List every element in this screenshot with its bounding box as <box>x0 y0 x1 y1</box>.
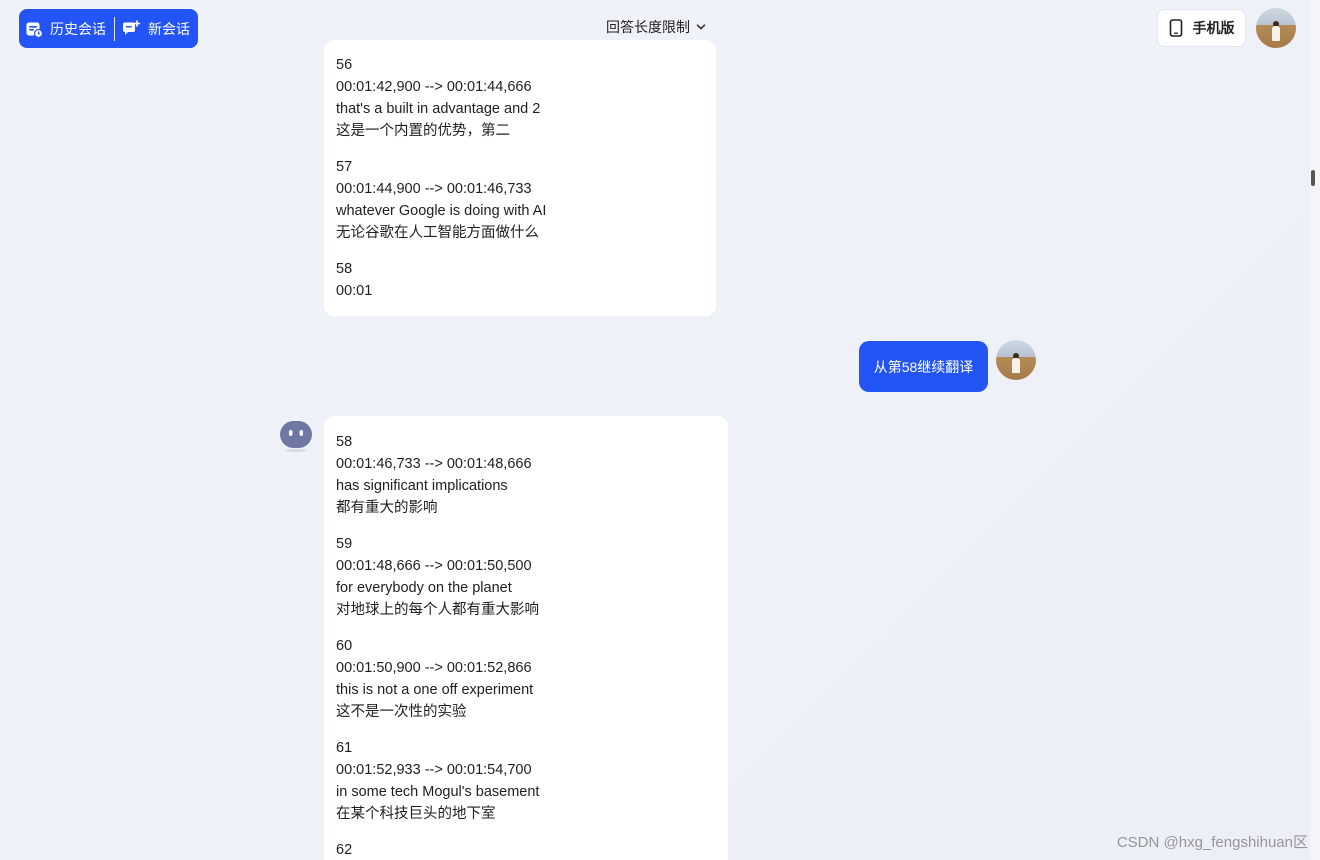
subtitle-index: 58 <box>336 434 353 450</box>
subtitle-time: 00:01:52,933 --> 00:01:54,700 <box>336 762 532 778</box>
mobile-label: 手机版 <box>1192 20 1235 36</box>
subtitle-time: 00:01:42,900 --> 00:01:44,666 <box>336 79 532 95</box>
subtitle-time: 00:01:46,733 --> 00:01:48,666 <box>336 456 532 472</box>
length-limit-label: 回答长度限制 <box>606 19 690 35</box>
subtitle-chinese: 无论谷歌在人工智能方面做什么 <box>336 225 539 241</box>
subtitle-entry: 61 00:01:52,933 --> 00:01:54,700 in some… <box>336 737 716 825</box>
top-bar: 历史会话 新会话 回答长度限制 手机版 <box>0 0 1310 56</box>
subtitle-chinese: 这是一个内置的优势，第二 <box>336 123 510 139</box>
subtitle-index: 58 <box>336 261 353 277</box>
history-button[interactable]: 历史会话 <box>19 9 114 48</box>
subtitle-index: 61 <box>336 740 353 756</box>
subtitle-index: 56 <box>336 57 353 73</box>
length-limit-dropdown[interactable]: 回答长度限制 <box>606 17 706 37</box>
user-message-text: 从第58继续翻译 <box>873 358 974 375</box>
subtitle-entry: 59 00:01:48,666 --> 00:01:50,500 for eve… <box>336 533 716 621</box>
assistant-message: 56 00:01:42,900 --> 00:01:44,666 that's … <box>324 40 716 316</box>
subtitle-index: 57 <box>336 159 353 175</box>
history-calendar-icon <box>26 22 43 38</box>
mobile-version-button[interactable]: 手机版 <box>1157 9 1246 47</box>
subtitle-chinese: 都有重大的影响 <box>336 500 438 516</box>
avatar-figure-body <box>1012 357 1020 373</box>
assistant-message: 58 00:01:46,733 --> 00:01:48,666 has sig… <box>324 416 728 860</box>
subtitle-index: 59 <box>336 536 353 552</box>
subtitle-time: 00:01:44,900 --> 00:01:46,733 <box>336 181 532 197</box>
subtitle-entry: 60 00:01:50,900 --> 00:01:52,866 this is… <box>336 635 716 723</box>
subtitle-entry: 56 00:01:42,900 --> 00:01:44,666 that's … <box>336 54 704 142</box>
history-label: 历史会话 <box>50 20 106 37</box>
subtitle-time: 00:01 <box>336 283 373 299</box>
new-chat-label: 新会话 <box>148 20 190 37</box>
subtitle-index: 62 <box>336 842 353 858</box>
subtitle-english: that's a built in advantage and 2 <box>336 101 541 117</box>
subtitle-entry: 57 00:01:44,900 --> 00:01:46,733 whateve… <box>336 156 704 244</box>
subtitle-english: whatever Google is doing with AI <box>336 203 547 219</box>
session-controls: 历史会话 新会话 <box>19 9 198 48</box>
subtitle-time: 00:01:48,666 --> 00:01:50,500 <box>336 558 532 574</box>
bot-avatar-icon <box>280 421 312 453</box>
chevron-down-icon <box>696 24 706 30</box>
phone-icon <box>1169 19 1182 37</box>
page-scrollbar[interactable] <box>1310 0 1320 860</box>
new-chat-button[interactable]: 新会话 <box>115 9 198 48</box>
scrollbar-thumb[interactable] <box>1311 170 1315 186</box>
chat-page: 历史会话 新会话 回答长度限制 手机版 56 00:01:42,900 --> … <box>0 0 1320 860</box>
subtitle-english: has significant implications <box>336 478 508 494</box>
subtitle-entry: 62 <box>336 839 716 860</box>
subtitle-time: 00:01:50,900 --> 00:01:52,866 <box>336 660 532 676</box>
user-avatar <box>996 340 1036 380</box>
subtitle-entry: 58 00:01 <box>336 258 704 302</box>
subtitle-chinese: 在某个科技巨头的地下室 <box>336 806 496 822</box>
watermark: CSDN @hxg_fengshihuan区 <box>1116 834 1308 851</box>
user-message-bubble: 从第58继续翻译 <box>859 341 988 392</box>
new-chat-icon <box>123 19 141 35</box>
subtitle-chinese: 对地球上的每个人都有重大影响 <box>336 602 539 618</box>
subtitle-entry: 58 00:01:46,733 --> 00:01:48,666 has sig… <box>336 431 716 519</box>
subtitle-english: for everybody on the planet <box>336 580 512 596</box>
subtitle-index: 60 <box>336 638 353 654</box>
user-profile-avatar[interactable] <box>1256 8 1296 48</box>
avatar-figure-body <box>1272 25 1280 41</box>
subtitle-english: this is not a one off experiment <box>336 682 534 698</box>
subtitle-chinese: 这不是一次性的实验 <box>336 704 467 720</box>
subtitle-english: in some tech Mogul's basement <box>336 784 540 800</box>
